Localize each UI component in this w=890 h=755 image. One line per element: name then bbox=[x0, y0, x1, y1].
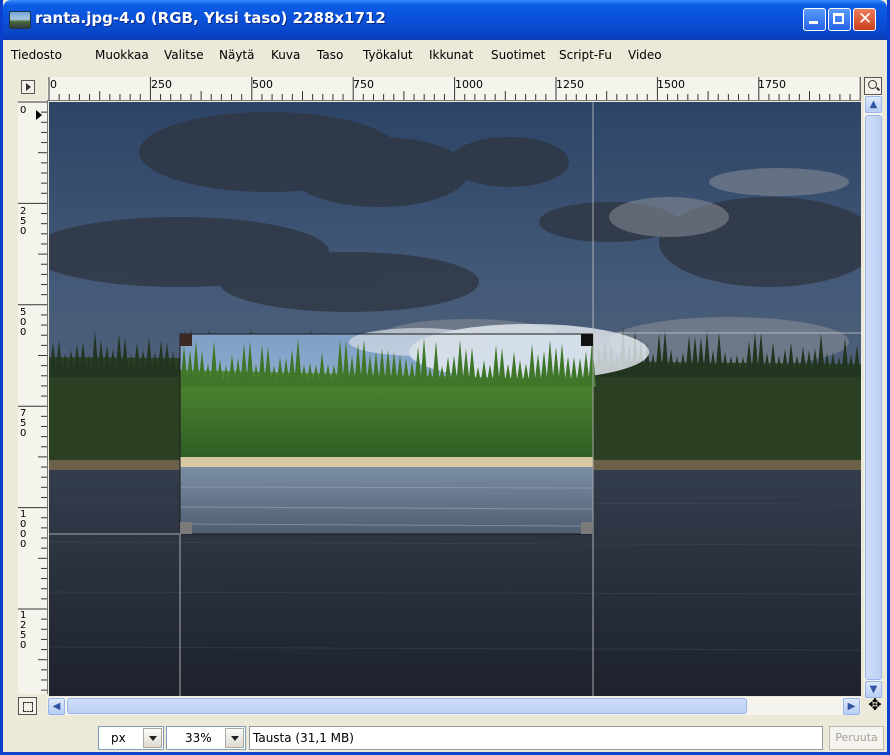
scroll-up-button[interactable]: ▲ bbox=[865, 96, 882, 113]
menu-taso[interactable]: Taso bbox=[317, 48, 343, 62]
vruler-label-750: 750 bbox=[20, 408, 26, 439]
minimize-button[interactable] bbox=[803, 8, 826, 31]
unit-value: px bbox=[111, 731, 126, 745]
status-message: Tausta (31,1 MB) bbox=[249, 726, 823, 750]
chevron-down-icon[interactable] bbox=[225, 728, 244, 748]
maximize-button[interactable] bbox=[828, 8, 851, 31]
close-icon: ✕ bbox=[858, 9, 873, 29]
menu-kuva[interactable]: Kuva bbox=[271, 48, 300, 62]
scroll-left-button[interactable]: ◀ bbox=[48, 698, 65, 715]
hruler-label-1250: 1250 bbox=[556, 78, 584, 91]
crop-handle-bottom-right[interactable] bbox=[581, 522, 593, 534]
minimize-icon bbox=[809, 21, 818, 24]
quick-mask-icon[interactable] bbox=[18, 697, 37, 715]
menu-tyokalut[interactable]: Työkalut bbox=[363, 48, 413, 62]
crop-handle-top-right[interactable] bbox=[581, 334, 593, 346]
menu-tiedosto[interactable]: Tiedosto bbox=[11, 48, 62, 62]
vruler-label-1000: 1000 bbox=[20, 509, 26, 550]
menu-script-fu[interactable]: Script-Fu bbox=[559, 48, 612, 62]
hruler-label-750: 750 bbox=[353, 78, 374, 91]
status-bar: px 33% Tausta (31,1 MB) Peruuta bbox=[3, 716, 887, 752]
image-icon bbox=[9, 11, 31, 29]
zoom-select[interactable]: 33% bbox=[166, 726, 246, 750]
menu-muokkaa[interactable]: Muokkaa bbox=[95, 48, 149, 62]
image-window: ranta.jpg-4.0 (RGB, Yksi taso) 2288x1712… bbox=[0, 0, 890, 755]
horizontal-scroll-thumb[interactable] bbox=[67, 698, 747, 714]
menu-video[interactable]: Video bbox=[628, 48, 662, 62]
crop-handle-bottom-left[interactable] bbox=[180, 522, 192, 534]
status-message-text: Tausta (31,1 MB) bbox=[253, 731, 354, 745]
image-menu-button[interactable] bbox=[18, 77, 46, 100]
hruler-label-1750: 1750 bbox=[758, 78, 786, 91]
zoom-value: 33% bbox=[185, 731, 212, 745]
pointer-marker-icon bbox=[36, 110, 42, 120]
vruler-label-0: 0 bbox=[20, 105, 26, 116]
vertical-scrollbar[interactable]: ▲ ▼ bbox=[864, 95, 882, 698]
unit-select[interactable]: px bbox=[98, 726, 164, 750]
horizontal-ruler-scale: 0 250 500 750 1000 1250 1500 1750 bbox=[48, 77, 861, 100]
hruler-label-1000: 1000 bbox=[455, 78, 483, 91]
vertical-ruler-scale: 0 250 500 750 1000 1250 bbox=[18, 101, 47, 691]
chevron-down-icon[interactable] bbox=[143, 728, 162, 748]
hruler-label-1500: 1500 bbox=[657, 78, 685, 91]
horizontal-scrollbar[interactable]: ◀ ▶ bbox=[47, 697, 861, 715]
menu-arrow-icon bbox=[21, 80, 35, 94]
window-title: ranta.jpg-4.0 (RGB, Yksi taso) 2288x1712 bbox=[35, 9, 386, 27]
image-canvas[interactable] bbox=[49, 102, 861, 696]
crop-selection[interactable] bbox=[179, 324, 649, 535]
vruler-label-500: 500 bbox=[20, 307, 26, 338]
crop-handle-top-left[interactable] bbox=[180, 334, 192, 346]
horizontal-ruler[interactable]: 0 250 500 750 1000 1250 1500 1750 bbox=[47, 77, 861, 101]
navigate-icon[interactable]: ✥ bbox=[866, 696, 884, 714]
menu-nayta[interactable]: Näytä bbox=[219, 48, 255, 62]
vertical-ruler-ticks bbox=[18, 101, 47, 691]
maximize-icon bbox=[833, 13, 844, 24]
photo-lake-forest bbox=[49, 102, 861, 696]
menu-ikkunat[interactable]: Ikkunat bbox=[429, 48, 473, 62]
scroll-right-button[interactable]: ▶ bbox=[843, 698, 860, 715]
zoom-icon[interactable] bbox=[864, 77, 882, 95]
vertical-ruler[interactable]: 0 250 500 750 1000 1250 bbox=[18, 100, 48, 694]
menu-valitse[interactable]: Valitse bbox=[164, 48, 204, 62]
vruler-label-1250: 1250 bbox=[20, 610, 26, 651]
hruler-label-250: 250 bbox=[151, 78, 172, 91]
vertical-scroll-thumb[interactable] bbox=[865, 115, 882, 680]
menu-suotimet[interactable]: Suotimet bbox=[491, 48, 545, 62]
cancel-button[interactable]: Peruuta bbox=[829, 726, 884, 750]
menu-bar: Tiedosto Muokkaa Valitse Näytä Kuva Taso… bbox=[3, 40, 887, 72]
close-button[interactable]: ✕ bbox=[853, 8, 876, 31]
hruler-label-500: 500 bbox=[252, 78, 273, 91]
vruler-label-250: 250 bbox=[20, 206, 26, 237]
title-bar[interactable]: ranta.jpg-4.0 (RGB, Yksi taso) 2288x1712… bbox=[3, 0, 887, 40]
hruler-label-0: 0 bbox=[50, 78, 57, 91]
